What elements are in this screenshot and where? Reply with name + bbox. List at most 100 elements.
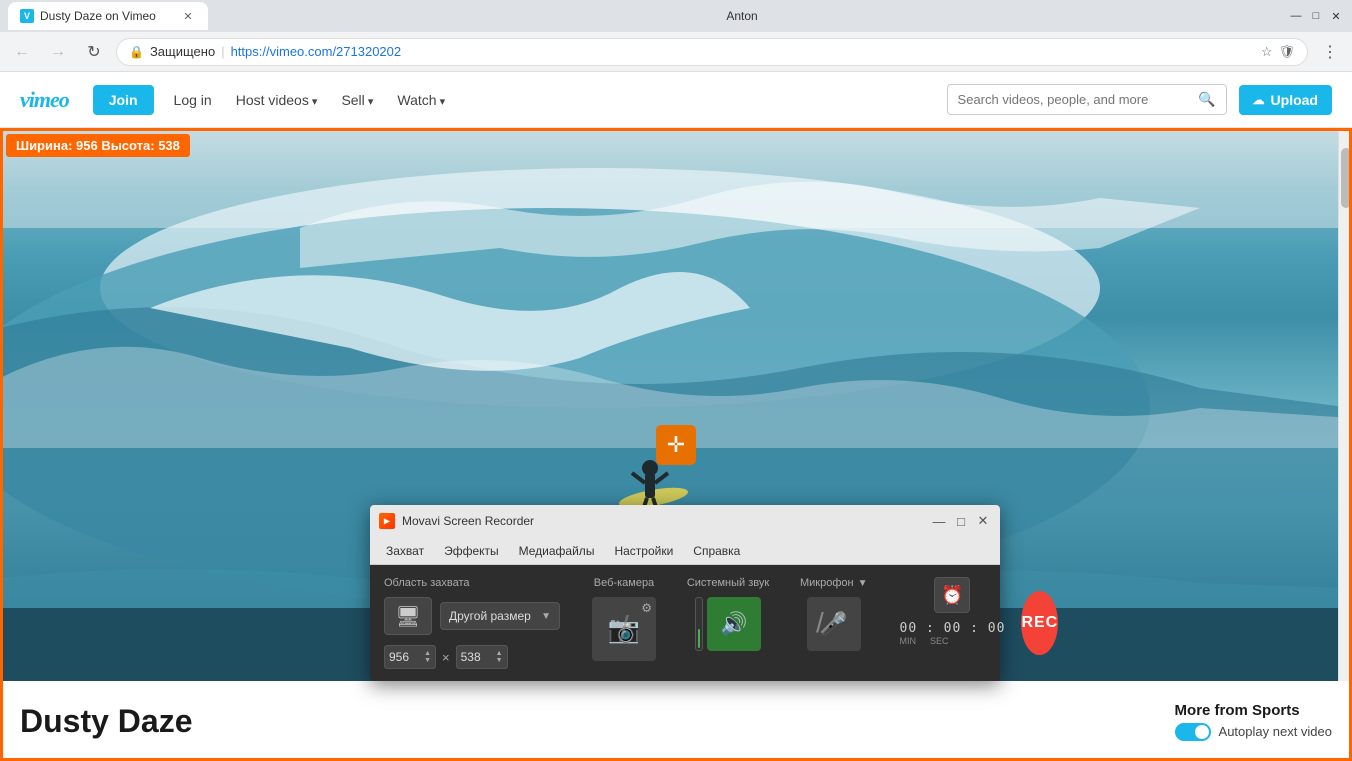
mic-header: Микрофон ▼ (800, 577, 868, 589)
dimension-row: 956 ▲ ▼ × 538 ▲ ▼ (384, 645, 560, 669)
mic-label: Микрофон (800, 577, 854, 589)
timer-display-area: 00 : 00 : 00 MIN SEC (900, 621, 1006, 646)
width-value: 956 (389, 650, 409, 664)
webcam-section: Веб-камера 📷 / ⚙ (592, 577, 656, 661)
secure-label: Защищено (150, 44, 215, 59)
search-icon[interactable]: 🔍 (1198, 91, 1215, 108)
height-value: 538 (461, 650, 481, 664)
size-dropdown-label: Другой размер (449, 609, 531, 623)
sound-btn-container: 🔊 (695, 597, 761, 651)
minimize-btn[interactable]: — (1288, 8, 1304, 24)
maximize-btn[interactable]: □ (1308, 8, 1324, 24)
mic-toggle-btn[interactable]: 🎤 / (807, 597, 861, 651)
movavi-close-btn[interactable]: ✕ (974, 512, 992, 530)
width-input[interactable]: 956 ▲ ▼ (384, 645, 436, 669)
menu-help[interactable]: Справка (685, 541, 748, 561)
address-right-icons: ☆ 🛡 (1261, 44, 1295, 60)
scrollbar[interactable] (1338, 128, 1352, 761)
browser-titlebar: V Dusty Daze on Vimeo ✕ Anton — □ ✕ (0, 0, 1352, 32)
width-arrows[interactable]: ▲ ▼ (424, 650, 431, 664)
upload-button[interactable]: ☁ Upload (1239, 85, 1332, 115)
movavi-logo-icon (379, 513, 395, 529)
search-input[interactable] (958, 92, 1193, 107)
screen-capture-icon-btn[interactable]: 🖥 (384, 597, 432, 635)
capture-row: 🖥 Другой размер ▼ (384, 597, 560, 635)
close-btn[interactable]: ✕ (1328, 8, 1344, 24)
address-separator: | (221, 44, 224, 59)
webcam-label: Веб-камера (594, 577, 654, 589)
nav-login-link[interactable]: Log in (170, 88, 216, 112)
vimeo-navbar: vimeo Join Log in Host videos Sell Watch… (0, 72, 1352, 128)
timer-labels: MIN SEC (900, 636, 1006, 646)
more-from-section: More from Sports Autoplay next video (1175, 702, 1332, 741)
speaker-icon: 🔊 (720, 611, 747, 637)
reload-btn[interactable]: ↻ (80, 38, 108, 66)
vimeo-logo: vimeo (20, 87, 69, 113)
autoplay-label: Autoplay next video (1219, 724, 1332, 739)
dimension-separator: × (442, 650, 450, 665)
movavi-win-controls: — □ ✕ (930, 512, 992, 530)
window-controls: — □ ✕ (1288, 8, 1344, 24)
nav-watch-link[interactable]: Watch (393, 88, 449, 112)
system-sound-section: Системный звук 🔊 (688, 577, 768, 651)
autoplay-toggle[interactable] (1175, 723, 1211, 741)
microphone-section: Микрофон ▼ 🎤 / (800, 577, 868, 651)
size-dropdown[interactable]: Другой размер ▼ (440, 602, 560, 630)
capture-area-label: Область захвата (384, 577, 560, 589)
menu-effects[interactable]: Эффекты (436, 541, 507, 561)
user-name-label: Anton (726, 9, 757, 23)
lock-icon: 🔒 (129, 45, 144, 59)
nav-search-area: 🔍 ☁ Upload (465, 84, 1332, 115)
autoplay-row: Autoplay next video (1175, 723, 1332, 741)
menu-media[interactable]: Медиафайлы (511, 541, 603, 561)
timer-alarm-btn[interactable]: ⏰ (934, 577, 970, 613)
address-box[interactable]: 🔒 Защищено | https://vimeo.com/271320202… (116, 38, 1308, 66)
back-btn[interactable]: ← (8, 38, 36, 66)
browser-tab[interactable]: V Dusty Daze on Vimeo ✕ (8, 2, 208, 30)
mic-dropdown-arrow[interactable]: ▼ (858, 578, 868, 589)
movavi-maximize-btn[interactable]: □ (952, 512, 970, 530)
webcam-button[interactable]: 📷 / ⚙ (592, 597, 656, 661)
tab-close-btn[interactable]: ✕ (180, 8, 196, 24)
movavi-title: Movavi Screen Recorder (402, 514, 534, 528)
join-button[interactable]: Join (93, 85, 154, 115)
timer-display: 00 : 00 : 00 (900, 621, 1006, 636)
movavi-menubar: Захват Эффекты Медиафайлы Настройки Спра… (370, 537, 1000, 565)
video-container: Ширина: 956 Высота: 538 ✛ Dusty Daze Mor… (0, 128, 1352, 761)
gear-icon: ⚙ (641, 601, 652, 615)
nav-host-link[interactable]: Host videos (232, 88, 322, 112)
scrollbar-thumb[interactable] (1341, 148, 1351, 208)
video-bottom-bar: Dusty Daze More from Sports Autoplay nex… (0, 681, 1352, 761)
timer-sec-label: SEC (930, 636, 949, 646)
size-tooltip: Ширина: 956 Высота: 538 (6, 134, 190, 157)
nav-sell-link[interactable]: Sell (337, 88, 377, 112)
tab-title: Dusty Daze on Vimeo (40, 9, 156, 23)
menu-capture[interactable]: Захват (378, 541, 432, 561)
video-title: Dusty Daze (20, 703, 193, 740)
movavi-minimize-btn[interactable]: — (930, 512, 948, 530)
star-icon[interactable]: ☆ (1261, 44, 1273, 60)
movavi-logo (378, 512, 396, 530)
address-url: https://vimeo.com/271320202 (231, 44, 402, 59)
move-cursor-icon[interactable]: ✛ (656, 425, 696, 465)
movavi-panel: Movavi Screen Recorder — □ ✕ Захват Эффе… (370, 505, 1000, 681)
movavi-body: Область захвата 🖥 Другой размер ▼ 956 (370, 565, 1000, 681)
search-box[interactable]: 🔍 (947, 84, 1227, 115)
timer-section: ⏰ 00 : 00 : 00 MIN SEC (900, 577, 1006, 646)
menu-settings[interactable]: Настройки (606, 541, 681, 561)
shield-icon[interactable]: 🛡 (1278, 44, 1295, 60)
browser-menu-btn[interactable]: ⋮ (1316, 38, 1344, 66)
system-sound-label: Системный звук (687, 577, 769, 589)
upload-label: Upload (1271, 92, 1318, 108)
alarm-icon: ⏰ (941, 585, 963, 606)
rec-button[interactable]: REC (1021, 591, 1058, 655)
height-arrows[interactable]: ▲ ▼ (496, 650, 503, 664)
browser-addressbar: ← → ↻ 🔒 Защищено | https://vimeo.com/271… (0, 32, 1352, 72)
timer-min-label: MIN (900, 636, 917, 646)
height-input[interactable]: 538 ▲ ▼ (456, 645, 508, 669)
forward-btn[interactable]: → (44, 38, 72, 66)
tab-favicon: V (20, 9, 34, 23)
microphone-slash-icon: 🎤 / (820, 611, 847, 637)
capture-area-section: Область захвата 🖥 Другой размер ▼ 956 (384, 577, 560, 669)
sound-toggle-btn[interactable]: 🔊 (707, 597, 761, 651)
